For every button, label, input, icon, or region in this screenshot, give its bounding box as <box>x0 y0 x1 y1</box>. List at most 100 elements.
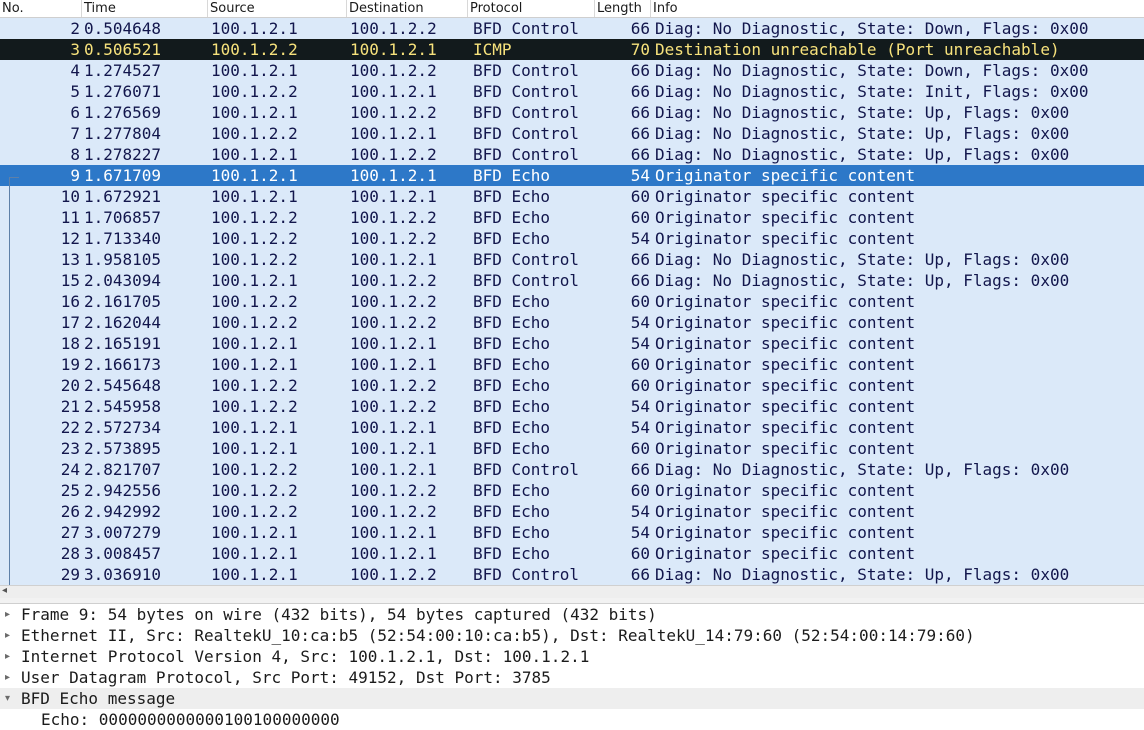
packet-cell-len: 60 <box>630 187 650 206</box>
packet-cell-info: Originator specific content <box>655 481 916 500</box>
packet-cell-len: 66 <box>630 271 650 290</box>
packet-cell-info: Diag: No Diagnostic, State: Up, Flags: 0… <box>655 103 1070 122</box>
packet-row[interactable]: 8 1.278227 100.1.2.1 100.1.2.2 BFD Control 66… <box>0 144 1144 165</box>
packet-cell-len: 54 <box>630 418 650 437</box>
packet-row[interactable]: 5 1.276071 100.1.2.2 100.1.2.1 BFD Control 66… <box>0 81 1144 102</box>
packet-cell-len: 54 <box>630 334 650 353</box>
packet-row[interactable]: 29 3.036910 100.1.2.1 100.1.2.2 BFD Control 6… <box>0 564 1144 585</box>
packet-cell-info: Originator specific content <box>655 334 916 353</box>
packet-cell-len: 60 <box>630 208 650 227</box>
detail-ip[interactable]: ▸ Internet Protocol Version 4, Src: 100.… <box>0 646 1144 667</box>
packet-cell-info: Originator specific content <box>655 418 916 437</box>
packet-cell-info: Destination unreachable (Port unreachabl… <box>655 40 1060 59</box>
packet-cell-len: 60 <box>630 481 650 500</box>
detail-frame[interactable]: ▸ Frame 9: 54 bytes on wire (432 bits), … <box>0 604 1144 625</box>
packet-cell-info: Originator specific content <box>655 166 916 185</box>
scroll-left-icon[interactable]: ◂ <box>2 585 7 596</box>
packet-cell-len: 66 <box>630 124 650 143</box>
packet-list[interactable]: No. Time Source Destination Protocol Len… <box>0 0 1144 585</box>
packet-row[interactable]: 25 2.942556 100.1.2.2 100.1.2.2 BFD Echo 60 Or… <box>0 480 1144 501</box>
column-header-no[interactable]: No. <box>0 0 82 17</box>
packet-cell-len: 66 <box>630 19 650 38</box>
packet-cell-info: Originator specific content <box>655 355 916 374</box>
detail-udp[interactable]: ▸ User Datagram Protocol, Src Port: 4915… <box>0 667 1144 688</box>
packet-cell-len: 60 <box>630 439 650 458</box>
packet-cell-info: Diag: No Diagnostic, State: Down, Flags:… <box>655 19 1089 38</box>
packet-row[interactable]: 20 2.545648 100.1.2.2 100.1.2.2 BFD Echo 60 Or… <box>0 375 1144 396</box>
packet-row[interactable]: 2 0.504648 100.1.2.1 100.1.2.2 BFD Control 66… <box>0 18 1144 39</box>
packet-cell-len: 54 <box>630 229 650 248</box>
packet-row[interactable]: 27 3.007279 100.1.2.1 100.1.2.1 BFD Echo 54 Or… <box>0 522 1144 543</box>
packet-row[interactable]: 7 1.277804 100.1.2.2 100.1.2.1 BFD Control 66… <box>0 123 1144 144</box>
packet-cell-len: 60 <box>630 355 650 374</box>
packet-row[interactable]: 16 2.161705 100.1.2.2 100.1.2.2 BFD Echo 60 Or… <box>0 291 1144 312</box>
packet-cell-len: 66 <box>630 82 650 101</box>
packet-cell-len: 54 <box>630 313 650 332</box>
packet-row[interactable]: 24 2.821707 100.1.2.2 100.1.2.1 BFD Control 6… <box>0 459 1144 480</box>
packet-row[interactable]: 22 2.572734 100.1.2.1 100.1.2.1 BFD Echo 54 Or… <box>0 417 1144 438</box>
packet-cell-len: 66 <box>630 250 650 269</box>
packet-details: ▸ Frame 9: 54 bytes on wire (432 bits), … <box>0 604 1144 730</box>
packet-cell-len: 66 <box>630 460 650 479</box>
column-header-info[interactable]: Info <box>651 0 1144 17</box>
column-header-destination[interactable]: Destination <box>347 0 468 17</box>
packet-row[interactable]: 18 2.165191 100.1.2.1 100.1.2.1 BFD Echo 54 Or… <box>0 333 1144 354</box>
packet-cell-info: Diag: No Diagnostic, State: Up, Flags: 0… <box>655 271 1070 290</box>
packet-cell-info: Diag: No Diagnostic, State: Up, Flags: 0… <box>655 145 1070 164</box>
packet-row[interactable]: 9 1.671709 100.1.2.1 100.1.2.1 BFD Echo 54 Ori… <box>0 165 1144 186</box>
packet-cell-info: Diag: No Diagnostic, State: Up, Flags: 0… <box>655 124 1070 143</box>
column-header-source[interactable]: Source <box>208 0 347 17</box>
packet-cell-len: 66 <box>630 565 650 584</box>
packet-cell-info: Originator specific content <box>655 313 916 332</box>
packet-cell-len: 54 <box>630 502 650 521</box>
horizontal-scrollbar[interactable]: ◂ <box>0 585 1144 598</box>
expand-arrow-icon[interactable]: ▸ <box>5 667 10 688</box>
column-header-length[interactable]: Length <box>595 0 651 17</box>
packet-row[interactable]: 4 1.274527 100.1.2.1 100.1.2.2 BFD Control 66… <box>0 60 1144 81</box>
packet-cell-len: 70 <box>630 40 650 59</box>
packet-row[interactable]: 11 1.706857 100.1.2.2 100.1.2.2 BFD Echo 60 Or… <box>0 207 1144 228</box>
expand-arrow-icon[interactable]: ▸ <box>5 625 10 646</box>
packet-row[interactable]: 23 2.573895 100.1.2.1 100.1.2.1 BFD Echo 60 Or… <box>0 438 1144 459</box>
packet-cell-info: Diag: No Diagnostic, State: Up, Flags: 0… <box>655 565 1070 584</box>
packet-cell-info: Originator specific content <box>655 229 916 248</box>
packet-row[interactable]: 3 0.506521 100.1.2.2 100.1.2.1 ICMP 70 Destina… <box>0 39 1144 60</box>
packet-cell-info: Originator specific content <box>655 397 916 416</box>
detail-ethernet[interactable]: ▸ Ethernet II, Src: RealtekU_10:ca:b5 (5… <box>0 625 1144 646</box>
packet-row[interactable]: 26 2.942992 100.1.2.2 100.1.2.2 BFD Echo 54 Or… <box>0 501 1144 522</box>
packet-cell-info: Diag: No Diagnostic, State: Init, Flags:… <box>655 82 1089 101</box>
packet-cell-len: 60 <box>630 376 650 395</box>
packet-cell-len: 54 <box>630 523 650 542</box>
packet-cell-info: Diag: No Diagnostic, State: Down, Flags:… <box>655 61 1089 80</box>
packet-cell-info: Originator specific content <box>655 502 916 521</box>
expand-arrow-icon[interactable]: ▸ <box>5 604 10 625</box>
detail-bfd-echo[interactable]: ▾ BFD Echo message <box>0 688 1144 709</box>
packet-cell-info: Originator specific content <box>655 544 916 563</box>
packet-cell-len: 66 <box>630 61 650 80</box>
packet-row[interactable]: 21 2.545958 100.1.2.2 100.1.2.2 BFD Echo 54 Or… <box>0 396 1144 417</box>
conversation-line <box>9 177 10 585</box>
packet-cell-len: 54 <box>630 166 650 185</box>
packet-cell-info: Originator specific content <box>655 523 916 542</box>
packet-cell-len: 60 <box>630 544 650 563</box>
packet-cell-info: Originator specific content <box>655 208 916 227</box>
column-header-protocol[interactable]: Protocol <box>468 0 595 17</box>
packet-row[interactable]: 28 3.008457 100.1.2.1 100.1.2.1 BFD Echo 60 Or… <box>0 543 1144 564</box>
packet-cell-len: 66 <box>630 145 650 164</box>
packet-row[interactable]: 12 1.713340 100.1.2.2 100.1.2.2 BFD Echo 54 Or… <box>0 228 1144 249</box>
packet-row[interactable]: 19 2.166173 100.1.2.1 100.1.2.1 BFD Echo 60 Or… <box>0 354 1144 375</box>
packet-row[interactable]: 13 1.958105 100.1.2.2 100.1.2.1 BFD Control 6… <box>0 249 1144 270</box>
expand-arrow-icon[interactable]: ▸ <box>5 646 10 667</box>
packet-cell-info: Originator specific content <box>655 376 916 395</box>
column-header-time[interactable]: Time <box>82 0 208 17</box>
packet-row[interactable]: 6 1.276569 100.1.2.1 100.1.2.2 BFD Control 66… <box>0 102 1144 123</box>
collapse-arrow-icon[interactable]: ▾ <box>5 688 10 709</box>
packet-cell-info: Diag: No Diagnostic, State: Up, Flags: 0… <box>655 250 1070 269</box>
packet-cell-info: Originator specific content <box>655 292 916 311</box>
conversation-hook <box>9 177 19 178</box>
packet-row[interactable]: 17 2.162044 100.1.2.2 100.1.2.2 BFD Echo 54 Or… <box>0 312 1144 333</box>
packet-row[interactable]: 10 1.672921 100.1.2.1 100.1.2.1 BFD Echo 60 Or… <box>0 186 1144 207</box>
packet-cell-info: Originator specific content <box>655 187 916 206</box>
packet-row[interactable]: 15 2.043094 100.1.2.1 100.1.2.2 BFD Control 6… <box>0 270 1144 291</box>
detail-echo-field[interactable]: Echo: 0000000000000100100000000 <box>0 709 1144 730</box>
